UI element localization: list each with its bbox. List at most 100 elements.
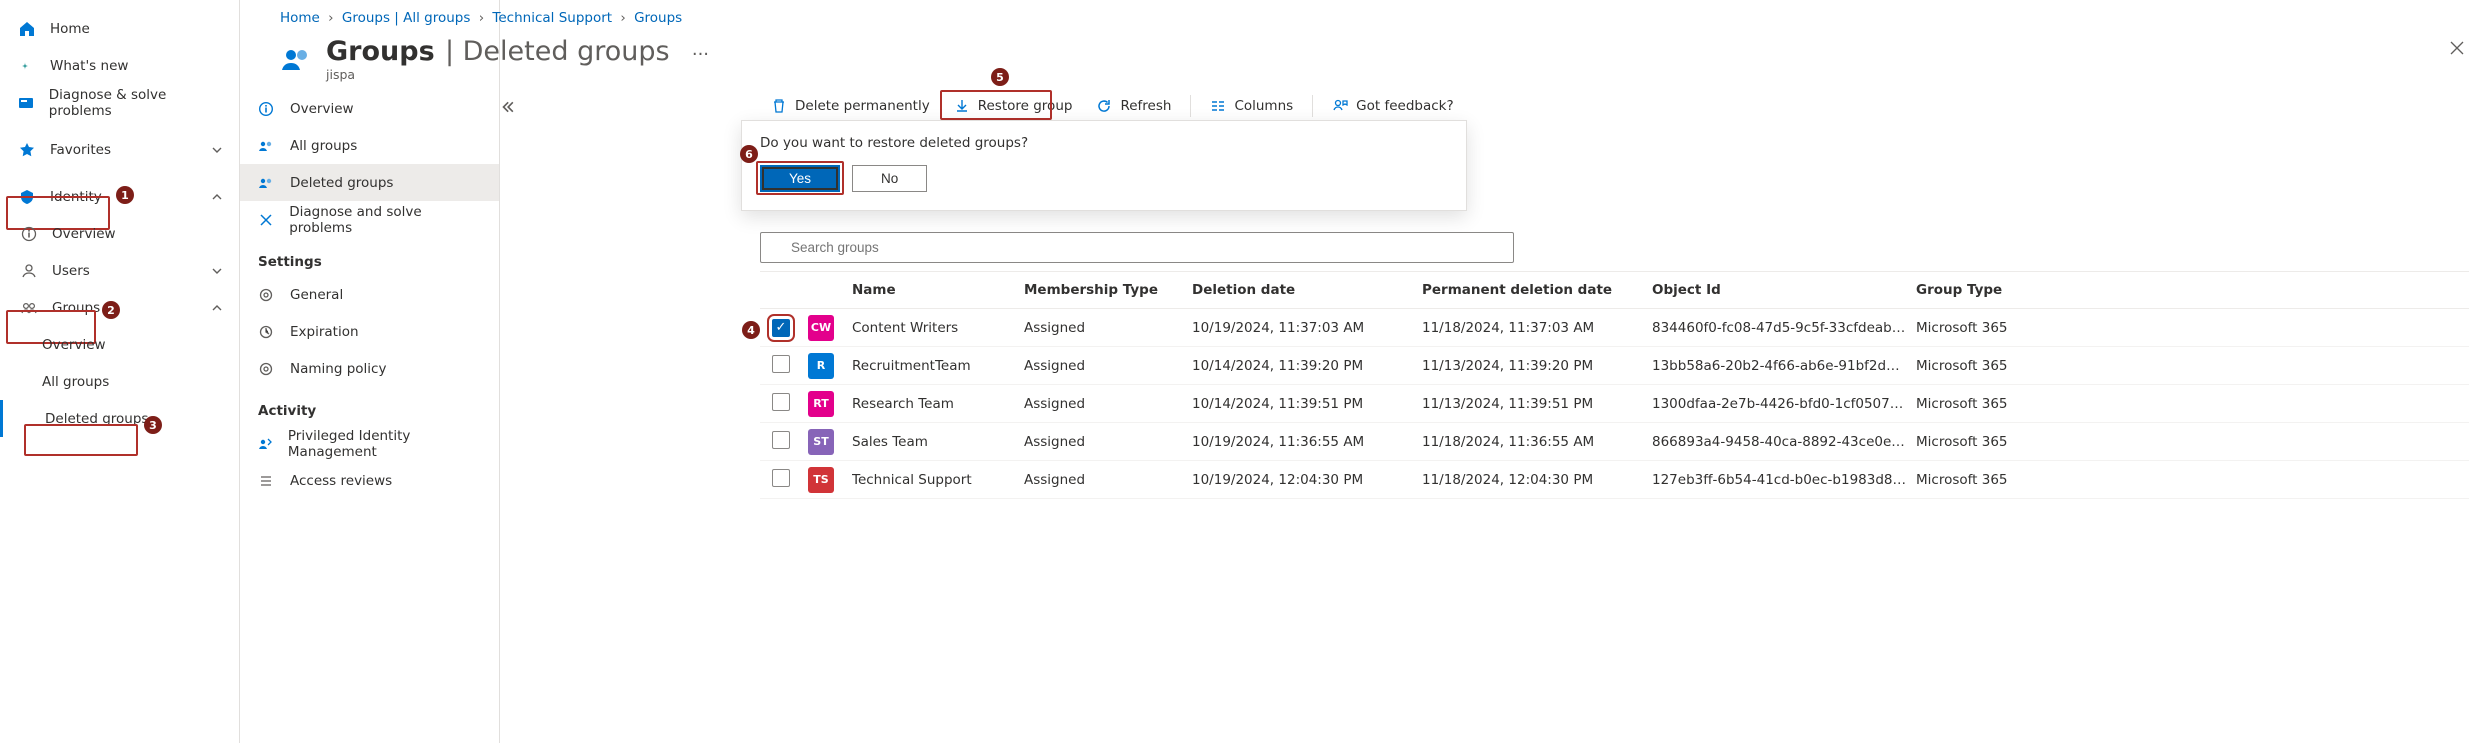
search-input[interactable] (760, 232, 1514, 263)
cell-permanent: 11/13/2024, 11:39:20 PM (1422, 358, 1652, 374)
page-title: Groups (326, 36, 435, 67)
cell-name: RecruitmentTeam (852, 358, 1024, 374)
subnav-deleted[interactable]: Deleted groups (240, 164, 499, 201)
table-row[interactable]: R RecruitmentTeam Assigned 10/14/2024, 1… (760, 347, 2469, 385)
nav-home[interactable]: Home (0, 10, 239, 47)
user-icon (18, 263, 40, 279)
feedback-button[interactable]: Got feedback? (1321, 93, 1465, 119)
restore-group-button[interactable]: Restore group (943, 93, 1084, 119)
subnav-access-label: Access reviews (290, 473, 392, 489)
nav-diagnose-label: Diagnose & solve problems (49, 87, 223, 119)
feedback-label: Got feedback? (1356, 98, 1454, 114)
info-icon (18, 226, 40, 242)
cell-objectid: 866893a4-9458-40ca-8892-43ce0eb… (1652, 434, 1916, 450)
subnav-naming[interactable]: Naming policy (240, 350, 499, 387)
main-pane: Delete permanently Restore group 5 Refre… (500, 0, 2489, 743)
cell-name: Sales Team (852, 434, 1024, 450)
callout-3: 3 (144, 416, 162, 434)
cell-grouptype: Microsoft 365 (1916, 434, 2106, 450)
collapse-subnav-button[interactable] (496, 96, 518, 118)
col-objectid[interactable]: Object Id (1652, 282, 1916, 298)
table-row[interactable]: TS Technical Support Assigned 10/19/2024… (760, 461, 2469, 499)
close-blade-button[interactable] (2449, 40, 2465, 56)
cell-deletion: 10/19/2024, 12:04:30 PM (1192, 472, 1422, 488)
subnav-pim[interactable]: Privileged Identity Management (240, 425, 499, 462)
col-permanent[interactable]: Permanent deletion date (1422, 282, 1652, 298)
nav-home-label: Home (50, 21, 90, 37)
cell-objectid: 127eb3ff-6b54-41cd-b0ec-b1983d83… (1652, 472, 1916, 488)
subnav-expiration[interactable]: Expiration (240, 313, 499, 350)
table-row[interactable]: CW Content Writers Assigned 10/19/2024, … (760, 309, 2469, 347)
nav-whatsnew[interactable]: What's new (0, 47, 239, 84)
cell-deletion: 10/14/2024, 11:39:51 PM (1192, 396, 1422, 412)
table-row[interactable]: ST Sales Team Assigned 10/19/2024, 11:36… (760, 423, 2469, 461)
popup-question: Do you want to restore deleted groups? (760, 135, 1448, 151)
row-checkbox[interactable] (772, 355, 790, 373)
refresh-button[interactable]: Refresh (1085, 93, 1182, 119)
cell-grouptype: Microsoft 365 (1916, 320, 2106, 336)
more-button[interactable]: ··· (674, 44, 709, 65)
chevron-up-icon (211, 302, 223, 314)
section-settings: Settings (240, 238, 499, 276)
row-checkbox[interactable] (772, 469, 790, 487)
bc-sep: › (324, 10, 337, 26)
subnav-general-label: General (290, 287, 343, 303)
group-avatar: CW (808, 315, 834, 341)
cell-permanent: 11/13/2024, 11:39:51 PM (1422, 396, 1652, 412)
star-icon (16, 142, 38, 158)
bc-tech[interactable]: Technical Support (492, 10, 612, 26)
download-icon (954, 98, 970, 114)
nav-users[interactable]: Users (0, 252, 239, 289)
columns-icon (1210, 98, 1226, 114)
delete-permanently-button[interactable]: Delete permanently (760, 93, 941, 119)
subnav-naming-label: Naming policy (290, 361, 386, 377)
nav-groups-all[interactable]: All groups (0, 363, 239, 400)
cell-grouptype: Microsoft 365 (1916, 358, 2106, 374)
groups-icon (258, 138, 278, 154)
list-icon (258, 473, 278, 489)
nav-diagnose[interactable]: Diagnose & solve problems (0, 84, 239, 121)
col-membership[interactable]: Membership Type (1024, 282, 1192, 298)
nav-groups-deleted-label: Deleted groups (45, 411, 148, 427)
refresh-icon (1096, 98, 1112, 114)
cell-name: Research Team (852, 396, 1024, 412)
columns-label: Columns (1234, 98, 1293, 114)
col-deletion[interactable]: Deletion date (1192, 282, 1422, 298)
confirm-yes-button[interactable]: Yes (760, 165, 840, 192)
restore-label: Restore group (978, 98, 1073, 114)
columns-button[interactable]: Columns (1199, 93, 1304, 119)
groups-deleted-icon (258, 175, 278, 191)
chevron-down-icon (211, 144, 223, 156)
subnav-access[interactable]: Access reviews (240, 462, 499, 499)
callout-4: 4 (742, 321, 760, 339)
cell-grouptype: Microsoft 365 (1916, 472, 2106, 488)
col-name[interactable]: Name (852, 282, 1024, 298)
subnav-overview[interactable]: Overview (240, 90, 499, 127)
subnav-diagnose[interactable]: Diagnose and solve problems (240, 201, 499, 238)
confirm-no-button[interactable]: No (852, 165, 927, 192)
subnav-general[interactable]: General (240, 276, 499, 313)
cell-permanent: 11/18/2024, 12:04:30 PM (1422, 472, 1652, 488)
left-nav: Home What's new Diagnose & solve problem… (0, 0, 240, 743)
toolbar-separator (1190, 95, 1191, 117)
gear-icon (258, 361, 278, 377)
row-checkbox[interactable] (772, 431, 790, 449)
bc-groups[interactable]: Groups (634, 10, 682, 26)
table-row[interactable]: RT Research Team Assigned 10/14/2024, 11… (760, 385, 2469, 423)
col-grouptype[interactable]: Group Type (1916, 282, 2106, 298)
nav-identity-overview[interactable]: Overview (0, 215, 239, 252)
nav-favorites-label: Favorites (50, 142, 111, 158)
row-checkbox[interactable] (772, 393, 790, 411)
nav-groups-deleted[interactable]: Deleted groups (0, 400, 239, 437)
group-icon (18, 300, 40, 316)
breadcrumb-bar: Home › Groups | All groups › Technical S… (280, 10, 709, 82)
subnav-allgroups[interactable]: All groups (240, 127, 499, 164)
nav-favorites[interactable]: Favorites (0, 131, 239, 168)
nav-groups-all-label: All groups (42, 374, 109, 390)
group-avatar: R (808, 353, 834, 379)
bc-home[interactable]: Home (280, 10, 320, 26)
row-checkbox[interactable] (772, 319, 790, 337)
cell-deletion: 10/19/2024, 11:36:55 AM (1192, 434, 1422, 450)
nav-groups-overview[interactable]: Overview (0, 326, 239, 363)
bc-groups-all[interactable]: Groups | All groups (342, 10, 471, 26)
